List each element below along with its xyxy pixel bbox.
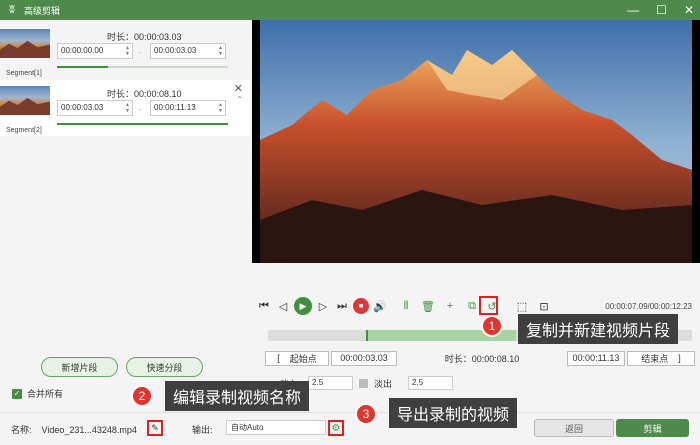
timecode: 00:00:07.09/00:00:12.23 <box>605 301 692 311</box>
segment-start-field[interactable]: 00:00:00.00 ▲ ▼ <box>57 43 133 59</box>
merge-all-checkbox[interactable]: ✓ <box>12 388 22 399</box>
title-bar: ʬ 高级剪辑 — ☐ ✕ <box>0 0 700 20</box>
segment-item-2[interactable]: Segment[2] 时长：00:00:08.10 00:00:03.03 ▲ ▼… <box>0 80 250 136</box>
output-select[interactable]: 自动Auto <box>226 420 326 435</box>
back-button[interactable]: 返回 <box>534 419 614 437</box>
copy-segment-icon[interactable]: ⧉ <box>464 298 480 314</box>
callout-export: 导出录制的视频 <box>389 398 518 428</box>
output-label: 输出: <box>192 425 213 435</box>
bottom-bar: 名称: Video_231...43248.mp4 ✎ 输出: 自动Auto ⚙ … <box>0 412 700 445</box>
file-name: 名称: Video_231...43248.mp4 <box>11 423 137 436</box>
step-back-icon[interactable]: ◁ <box>275 298 291 314</box>
trim-row: [ 起始点 00:00:03.03 时长：00:00:08.10 00:00:1… <box>265 350 697 366</box>
segment-thumbnail <box>0 86 50 115</box>
highlight-box <box>479 296 498 315</box>
callout-badge: 1 <box>481 315 503 337</box>
delete-segment-icon[interactable]: ✕ <box>234 82 243 95</box>
fade-out-label: 淡出 <box>374 378 393 389</box>
record-stop-button[interactable]: ■ <box>353 298 369 314</box>
spinner-icon[interactable]: ▲ ▼ <box>125 102 130 114</box>
segment-thumbnail <box>0 29 50 58</box>
add-icon[interactable]: + <box>442 298 458 314</box>
window-controls: — ☐ ✕ <box>627 0 694 20</box>
callout-badge: 3 <box>355 403 377 425</box>
add-segment-button[interactable]: 新增片段 <box>41 357 118 377</box>
end-time-field[interactable]: 00:00:11.13 <box>567 350 625 366</box>
start-time-field[interactable]: 00:00:03.03 <box>331 350 397 366</box>
segment-end-field[interactable]: 00:00:03.03 ▲ ▼ <box>150 43 226 59</box>
snapshot-icon[interactable]: ⊡ <box>536 298 552 314</box>
trim-duration: 时长：00:00:08.10 <box>444 353 520 364</box>
edit-name-icon[interactable]: ✎ <box>147 420 163 436</box>
quick-split-button[interactable]: 快速分段 <box>126 357 203 377</box>
segment-item-1[interactable]: Segment[1] 时长：00:00:03.03 00:00:00.00 ▲ ▼… <box>0 23 250 79</box>
fade-out-field[interactable]: 2.5 <box>408 376 454 390</box>
callout-badge: 2 <box>131 385 153 407</box>
minimize-icon[interactable]: — <box>627 3 639 17</box>
segment-end-field[interactable]: 00:00:11.13 ▲ ▼ <box>150 100 226 116</box>
end-point-button[interactable]: 结束点 ] <box>627 350 695 366</box>
name-label: 名称: <box>11 425 32 435</box>
fade-in-field[interactable]: 2.5 <box>308 376 354 390</box>
output-settings-gear-icon[interactable]: ⚙ <box>328 420 344 436</box>
video-preview <box>252 20 700 263</box>
cut-button[interactable]: 剪辑 <box>616 419 689 437</box>
callout-copy-segment: 复制并新建视频片段 <box>518 314 679 344</box>
segment-start-field[interactable]: 00:00:03.03 ▲ ▼ <box>57 100 133 116</box>
segment-duration: 时长：00:00:03.03 <box>107 32 182 42</box>
spinner-icon[interactable]: ▲ ▼ <box>218 102 223 114</box>
segment-panel: Segment[1] 时长：00:00:03.03 00:00:00.00 ▲ ▼… <box>0 20 250 370</box>
spinner-icon[interactable]: ▲ ▼ <box>218 45 223 57</box>
crop-icon[interactable]: ⬚ <box>514 298 530 314</box>
maximize-icon[interactable]: ☐ <box>656 3 667 17</box>
app-logo-icon: ʬ <box>9 4 15 16</box>
delete-icon[interactable]: 🗑 <box>420 298 436 314</box>
preview-image <box>252 20 700 263</box>
start-point-button[interactable]: [ 起始点 <box>265 350 329 366</box>
reorder-icon[interactable]: ⌃ <box>236 95 243 105</box>
window-title: 高级剪辑 <box>24 5 61 16</box>
segment-label: Segment[2] <box>6 127 42 134</box>
spinner-icon[interactable]: ▲ ▼ <box>125 45 130 57</box>
merge-all-option[interactable]: ✓ 合并所有 <box>12 387 63 400</box>
next-frame-icon[interactable]: ⏭ <box>334 298 350 314</box>
segment-duration: 时长：00:00:08.10 <box>107 89 182 99</box>
callout-edit-name: 编辑录制视频名称 <box>165 381 310 411</box>
fade-out-checkbox[interactable] <box>359 378 369 388</box>
merge-all-label: 合并所有 <box>27 389 64 399</box>
volume-icon[interactable]: 🔊 <box>372 298 388 314</box>
name-value: Video_231...43248.mp4 <box>41 425 137 435</box>
step-forward-icon[interactable]: ▷ <box>315 298 331 314</box>
segment-label: Segment[1] <box>6 70 42 77</box>
split-icon[interactable]: ⫴ <box>398 298 414 314</box>
segment-progress-bar <box>57 123 228 125</box>
segment-progress-bar <box>57 66 228 68</box>
prev-frame-icon[interactable]: ⏮ <box>256 298 272 314</box>
close-icon[interactable]: ✕ <box>684 3 694 17</box>
player-controls: ⏮ ◁ ▶ ▷ ⏭ ■ 🔊 ⫴ 🗑 + ⧉ ↺ ⬚ ⊡ 00:00:07.09/… <box>256 296 696 316</box>
play-button[interactable]: ▶ <box>294 297 312 315</box>
